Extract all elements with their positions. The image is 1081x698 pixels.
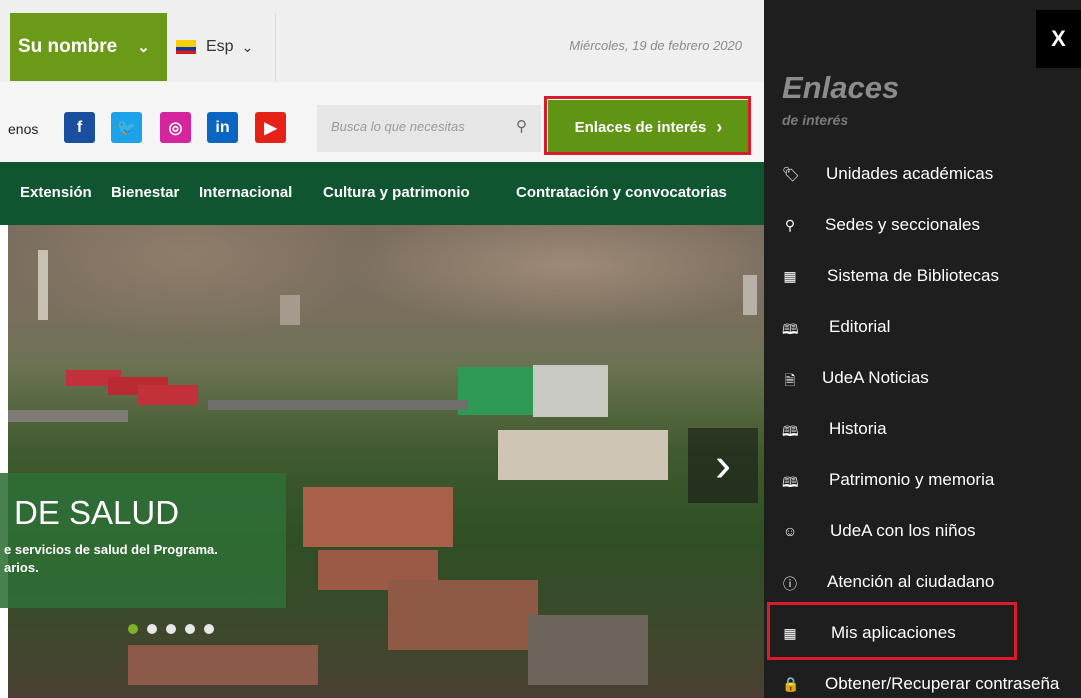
facebook-icon[interactable]: f xyxy=(64,112,95,143)
slide-caption-line: e servicios de salud del Programa. xyxy=(4,542,218,557)
nav-item[interactable]: Bienestar xyxy=(111,184,179,201)
language-label: Esp xyxy=(206,38,234,55)
panel-link-label: UdeA Noticias xyxy=(822,368,929,387)
twitter-icon[interactable]: 🐦 xyxy=(111,112,142,143)
language-selector[interactable]: Esp ⌄ xyxy=(168,13,276,81)
panel-link-label: UdeA con los niños xyxy=(830,521,976,540)
slide-caption-line: arios. xyxy=(4,560,39,575)
slide-dot[interactable] xyxy=(185,624,195,634)
chevron-down-icon: ⌄ xyxy=(137,39,150,56)
panel-subtitle: de interés xyxy=(782,112,849,128)
user-menu-button[interactable]: Su nombre ⌄ xyxy=(10,13,167,81)
panel-title: Enlaces xyxy=(782,70,900,105)
youtube-icon[interactable]: ▶ xyxy=(255,112,286,143)
close-button[interactable]: X xyxy=(1036,10,1081,68)
book-icon: 🕮 xyxy=(782,321,799,337)
tag-icon: 🏷 xyxy=(782,166,800,182)
highlight-box xyxy=(767,602,1017,660)
panel-link-label: Atención al ciudadano xyxy=(827,572,995,591)
slide-dot[interactable] xyxy=(147,624,157,634)
slide-dot[interactable] xyxy=(204,624,214,634)
nav-item[interactable]: Extensión xyxy=(20,184,92,201)
next-slide-button[interactable]: › xyxy=(688,428,758,503)
nav-item[interactable]: Cultura y patrimonio xyxy=(323,184,470,201)
search-icon[interactable]: ⚲ xyxy=(516,117,527,135)
lock-icon: 🔒 xyxy=(782,676,800,692)
search-box: ⚲ xyxy=(317,105,541,152)
book-icon: 🕮 xyxy=(782,474,799,490)
slide-caption-text: e servicios de salud del Programa. arios… xyxy=(4,541,274,577)
panel-link-label: Obtener/Recuperar contraseña xyxy=(825,674,1060,693)
panel-link-label: Unidades académicas xyxy=(826,164,994,183)
document-icon: 🗎 xyxy=(784,372,796,388)
slide-dot[interactable] xyxy=(166,624,176,634)
search-input[interactable] xyxy=(329,118,503,135)
follow-us-text: enos xyxy=(8,121,39,137)
user-label: Su nombre xyxy=(18,36,118,57)
slide-caption-title: DE SALUD xyxy=(14,494,180,531)
instagram-icon[interactable]: ◎ xyxy=(160,112,191,143)
nav-item[interactable]: Contratación y convocatorias xyxy=(516,184,727,201)
grid-icon: ▦ xyxy=(783,268,797,284)
linkedin-icon[interactable]: in xyxy=(207,112,238,143)
nav-item[interactable]: Internacional xyxy=(199,184,292,201)
smiley-icon: ☺ xyxy=(782,523,798,539)
chevron-down-icon: ⌄ xyxy=(241,38,254,55)
chevron-right-icon: › xyxy=(715,439,731,492)
panel-link-label: Editorial xyxy=(829,317,891,336)
slide-dot[interactable] xyxy=(128,624,138,634)
hero-image xyxy=(8,225,764,698)
panel-link-label: Sistema de Bibliotecas xyxy=(827,266,999,285)
location-pin-icon: ⚲ xyxy=(784,217,796,233)
panel-link-label: Historia xyxy=(829,419,887,438)
panel-link-label: Patrimonio y memoria xyxy=(829,470,995,489)
panel-link-label: Sedes y seccionales xyxy=(825,215,980,234)
highlight-box xyxy=(544,96,751,155)
current-date: Miércoles, 19 de febrero 2020 xyxy=(569,38,742,53)
info-icon: ⓘ xyxy=(783,576,797,592)
colombia-flag-icon xyxy=(176,40,196,54)
book-icon: 🕮 xyxy=(782,423,799,439)
